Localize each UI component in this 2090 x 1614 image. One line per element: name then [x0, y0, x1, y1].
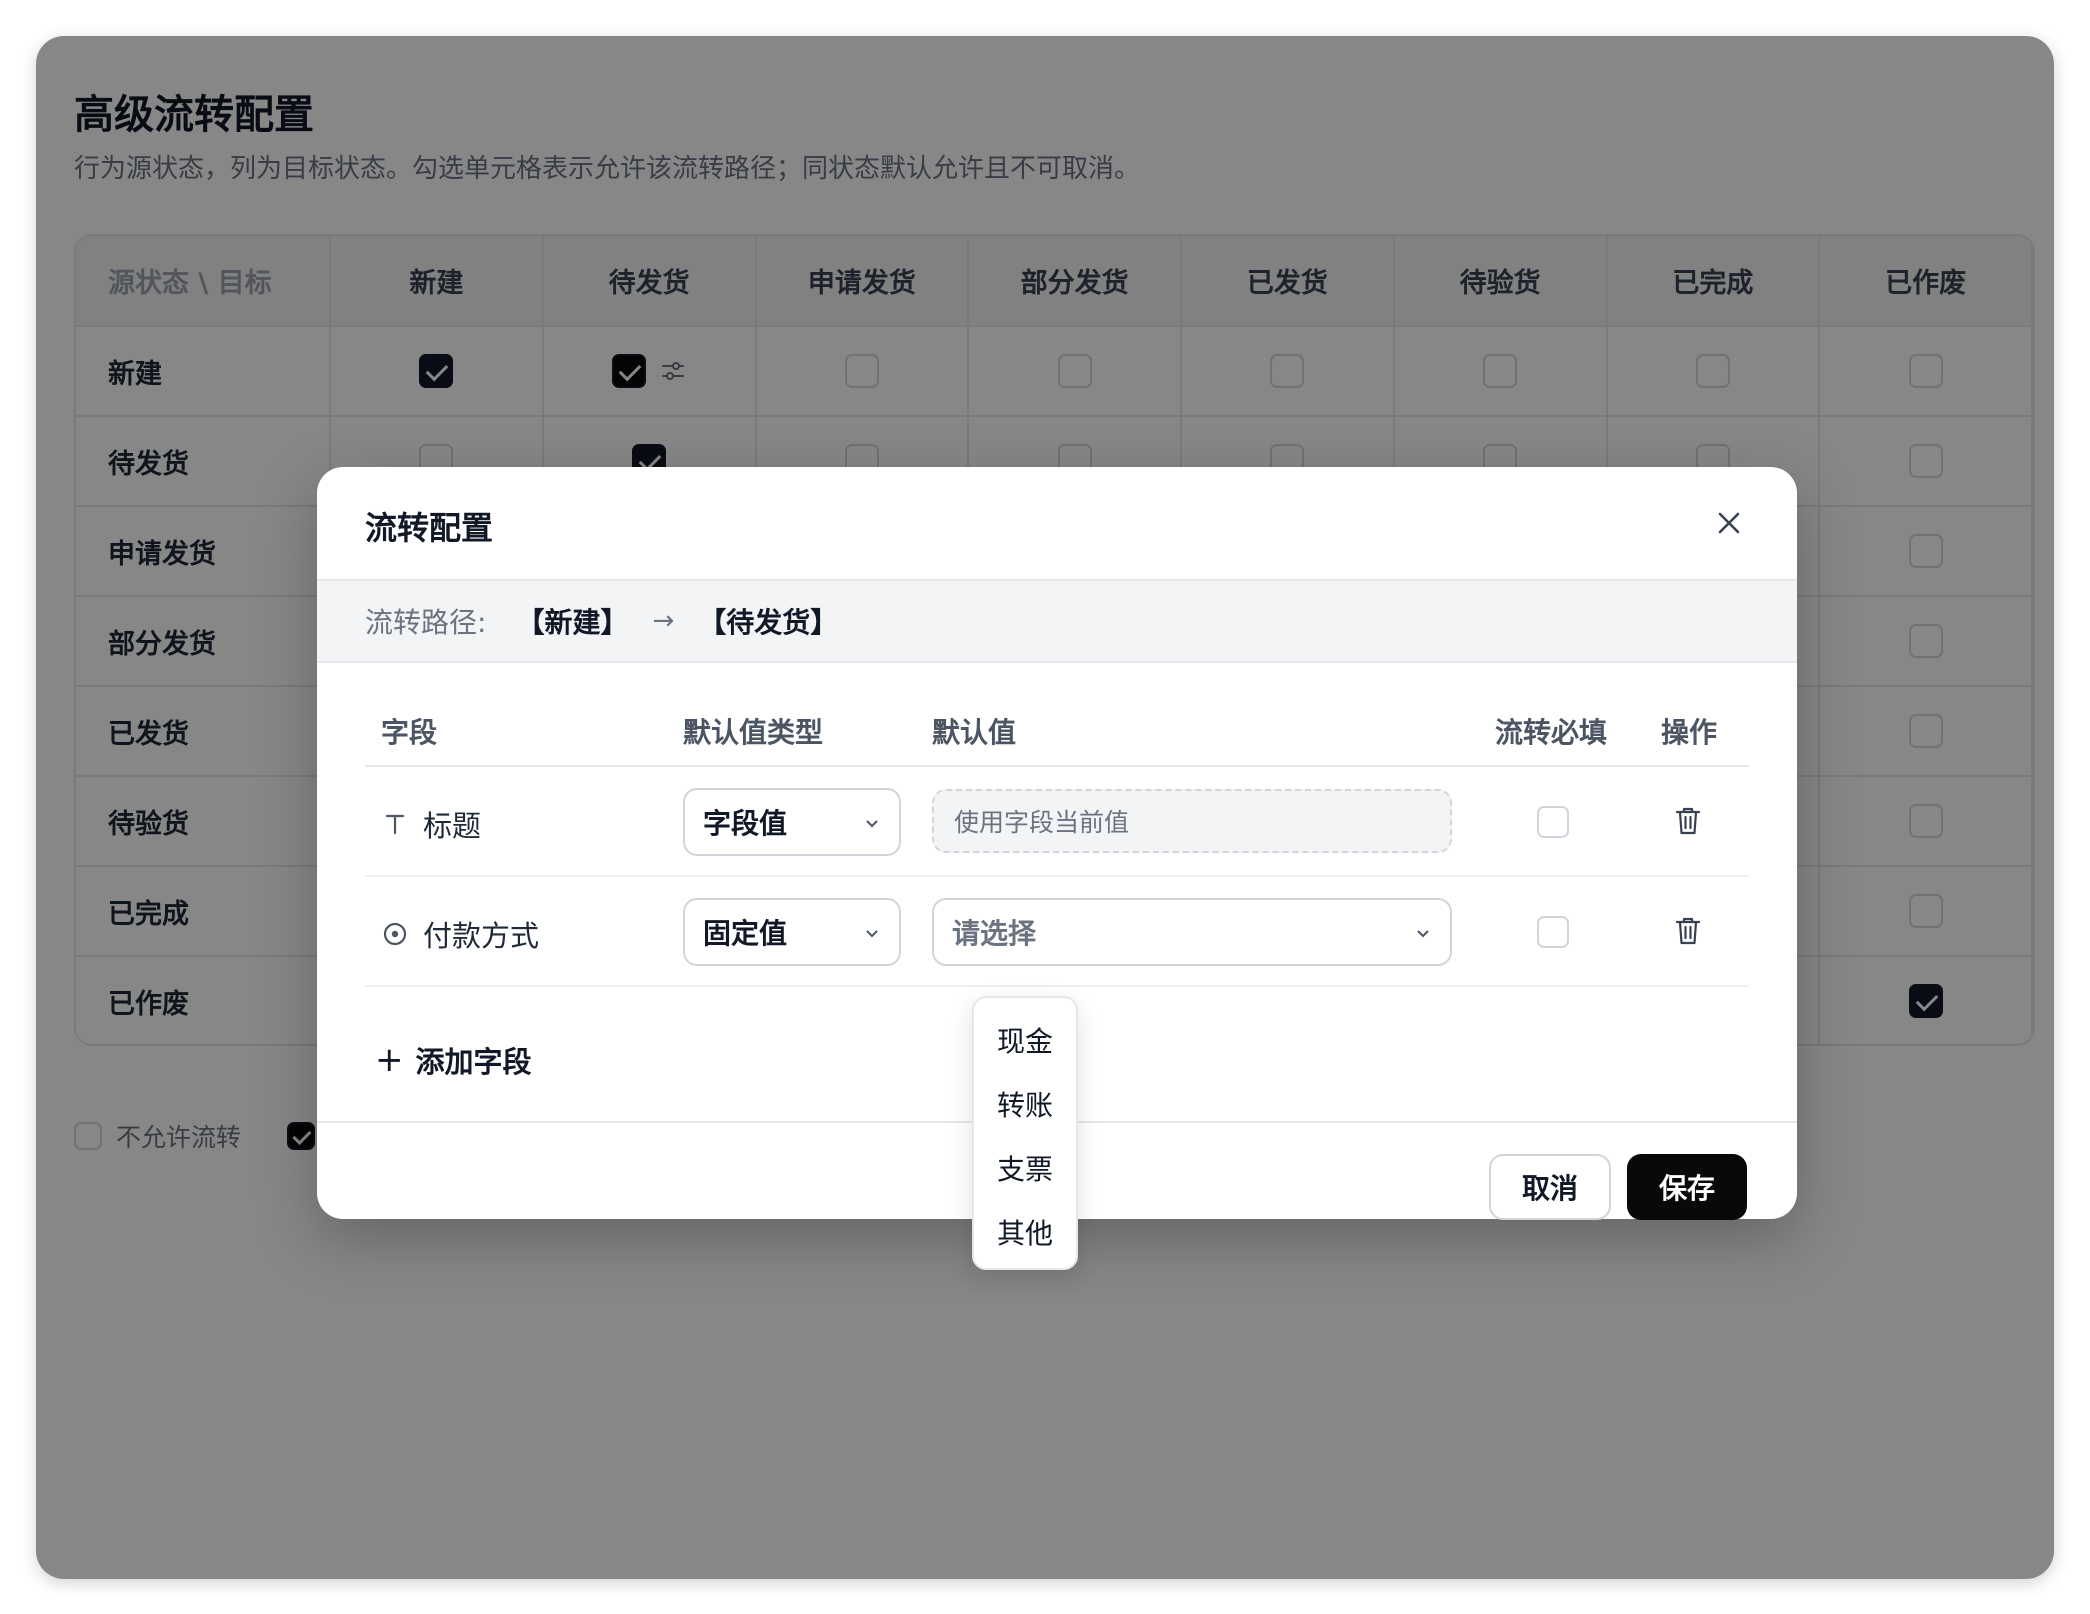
required-cell	[1537, 916, 1569, 948]
path-to-state: 【待发货】	[698, 606, 839, 639]
plus-icon: +	[375, 1040, 404, 1080]
required-checkbox[interactable]	[1537, 916, 1569, 948]
default-type-value: 固定值	[703, 917, 788, 950]
required-checkbox[interactable]	[1537, 806, 1569, 838]
field-table: 字段 默认值类型 默认值 流转必填 操作 标题 字段值 使用字段当前值 付款方式…	[365, 695, 1749, 987]
app-window: 高级流转配置 行为源状态，列为目标状态。勾选单元格表示允许该流转路径；同状态默认…	[36, 36, 2054, 1579]
dialog-title: 流转配置	[365, 509, 494, 547]
field-name: 付款方式	[381, 913, 539, 955]
chevron-down-icon	[866, 930, 878, 938]
header-default-value: 默认值	[932, 716, 1017, 749]
default-type-select[interactable]: 字段值	[683, 788, 901, 856]
header-field: 字段	[381, 716, 438, 749]
dropdown-option[interactable]: 支票	[974, 1136, 1076, 1200]
add-field-button[interactable]: + 添加字段	[375, 1039, 532, 1081]
field-row: 标题 字段值 使用字段当前值	[365, 767, 1749, 877]
trash-icon[interactable]	[1671, 913, 1705, 949]
trash-icon[interactable]	[1671, 803, 1705, 839]
dropdown-option[interactable]: 其他	[974, 1200, 1076, 1264]
field-name-label: 付款方式	[423, 919, 540, 953]
dropdown-option[interactable]: 现金	[974, 1008, 1076, 1072]
dropdown-option[interactable]: 转账	[974, 1072, 1076, 1136]
default-value-select[interactable]: 请选择	[932, 898, 1452, 966]
header-required: 流转必填	[1495, 716, 1608, 749]
field-name-label: 标题	[423, 809, 482, 843]
add-field-label: 添加字段	[415, 1045, 532, 1079]
arrow-right-icon: →	[652, 606, 675, 636]
text-type-icon	[385, 814, 405, 835]
default-value-placeholder: 使用字段当前值	[954, 808, 1130, 837]
path-label: 流转路径:	[365, 606, 487, 639]
field-table-header: 字段 默认值类型 默认值 流转必填 操作	[365, 695, 1749, 767]
header-default-type: 默认值类型	[683, 716, 824, 749]
radio-type-icon	[383, 922, 407, 946]
save-button[interactable]: 保存	[1627, 1154, 1747, 1220]
field-row: 付款方式 固定值 请选择	[365, 877, 1749, 987]
required-cell	[1537, 806, 1569, 838]
field-name: 标题	[381, 803, 481, 845]
cancel-button[interactable]: 取消	[1489, 1154, 1611, 1220]
header-action: 操作	[1661, 716, 1718, 749]
default-type-select[interactable]: 固定值	[683, 898, 901, 966]
default-type-value: 字段值	[703, 807, 788, 840]
path-from-state: 【新建】	[516, 606, 629, 639]
default-value-readonly: 使用字段当前值	[932, 789, 1452, 853]
default-value-placeholder: 请选择	[952, 917, 1037, 950]
payment-method-dropdown: 现金 转账 支票 其他	[972, 996, 1078, 1270]
chevron-down-icon	[1417, 930, 1429, 938]
close-icon	[1718, 512, 1740, 534]
transition-path-bar: 流转路径: 【新建】 → 【待发货】	[317, 579, 1797, 663]
close-button[interactable]	[1709, 503, 1749, 543]
chevron-down-icon	[866, 820, 878, 828]
